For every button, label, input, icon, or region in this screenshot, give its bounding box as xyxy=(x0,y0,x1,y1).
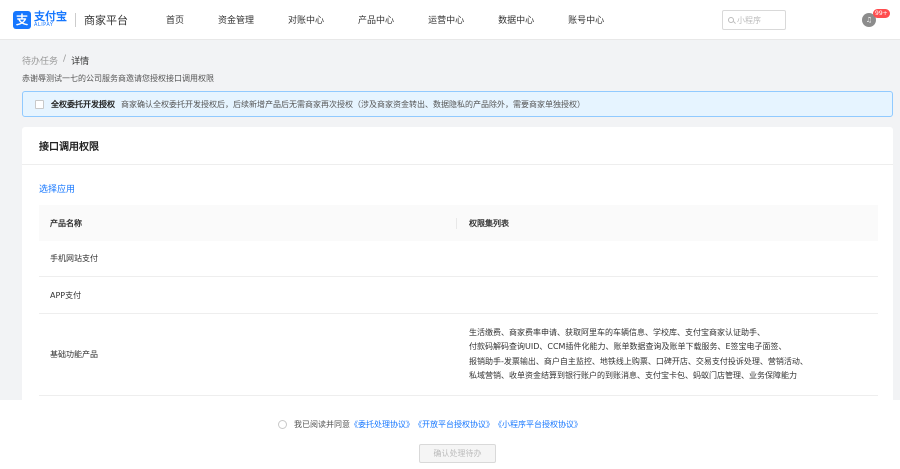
table-header: 产品名称 权限集列表 xyxy=(39,205,878,241)
nav-item-operations[interactable]: 运营中心 xyxy=(428,13,464,26)
alipay-logo[interactable]: 支 支付宝 ALIPAY xyxy=(13,10,67,29)
agreement-radio[interactable] xyxy=(278,420,287,429)
platform-title: 商家平台 xyxy=(84,13,128,27)
main-nav: 首页 资金管理 对账中心 产品中心 运营中心 数据中心 账号中心 xyxy=(166,13,638,26)
nav-item-account[interactable]: 账号中心 xyxy=(568,13,604,26)
table-row: 手机网站支付 xyxy=(39,241,878,277)
logo-en: ALIPAY xyxy=(34,22,54,28)
permission-line: 付款码解码查询UID、CCM插件化能力、账单数据查询及账单下载服务、E签宝电子面… xyxy=(469,342,787,351)
nav-item-home[interactable]: 首页 xyxy=(166,13,184,26)
alipay-logo-icon: 支 xyxy=(13,10,31,29)
api-permission-card: 接口调用权限 选择应用 产品名称 权限集列表 手机网站支付 APP支付 基础功能… xyxy=(22,127,893,417)
notice-text: 商家确认全权委托开发授权后，后续新增产品后无需商家再次授权（涉及商家资金转出、数… xyxy=(121,99,585,109)
full-delegation-checkbox[interactable] xyxy=(35,99,44,109)
breadcrumb-separator: / xyxy=(63,54,67,64)
permission-table: 产品名称 权限集列表 手机网站支付 APP支付 基础功能产品 生活缴费、商家费率… xyxy=(39,205,878,396)
notice-title: 全权委托开发授权 xyxy=(51,99,115,109)
product-name: APP支付 xyxy=(50,290,82,300)
select-app-link[interactable]: 选择应用 xyxy=(39,182,75,195)
permission-line: 生活缴费、商家费率申请、获取阿里车的车辆信息、学校库、支付宝商家认证助手、 xyxy=(469,327,765,337)
permission-line: 报销助手-发票输出、商户自主监控、地铁线上购票、口碑开店、交易支付投诉处理、营销… xyxy=(469,356,808,366)
search-box[interactable] xyxy=(722,10,786,30)
breadcrumb-parent[interactable]: 待办任务 xyxy=(22,54,58,67)
page-description: 赤谢辱测试一七的公司服务商邀请您授权接口调用权限 xyxy=(22,74,214,83)
permission-line: 私域营销、收单资金结算到银行账户的到账消息、支付宝卡包、蚂蚁门店管理、业务保障能… xyxy=(469,371,797,380)
nav-item-products[interactable]: 产品中心 xyxy=(358,13,394,26)
column-header-product: 产品名称 xyxy=(39,217,457,229)
nav-item-reconciliation[interactable]: 对账中心 xyxy=(288,13,324,26)
product-name: 基础功能产品 xyxy=(50,350,98,359)
breadcrumb-current: 详情 xyxy=(71,57,90,67)
agreement-row: 我已阅读并同意 《委托处理协议》 《开放平台授权协议》 《小程序平台授权协议》 xyxy=(278,419,582,430)
product-name: 手机网站支付 xyxy=(50,254,98,263)
entrust-agreement-link[interactable]: 《委托处理协议》 xyxy=(350,419,414,430)
search-icon xyxy=(728,17,734,23)
miniprogram-agreement-link[interactable]: 《小程序平台授权协议》 xyxy=(494,419,582,430)
confirm-todo-button[interactable]: 确认处理待办 xyxy=(419,444,496,463)
nav-item-data[interactable]: 数据中心 xyxy=(498,13,534,26)
table-row: APP支付 xyxy=(39,277,878,314)
agreement-prefix: 我已阅读并同意 xyxy=(294,420,350,429)
permission-list: 生活缴费、商家费率申请、获取阿里车的车辆信息、学校库、支付宝商家认证助手、 付款… xyxy=(457,326,808,384)
table-row: 基础功能产品 生活缴费、商家费率申请、获取阿里车的车辆信息、学校库、支付宝商家认… xyxy=(39,314,878,396)
card-title: 接口调用权限 xyxy=(22,127,893,165)
nav-item-funds[interactable]: 资金管理 xyxy=(218,13,254,26)
open-platform-agreement-link[interactable]: 《开放平台授权协议》 xyxy=(414,419,494,430)
logo-cn: 支付宝 xyxy=(34,10,67,23)
notification-badge: 99+ xyxy=(873,9,890,18)
search-input[interactable] xyxy=(737,15,785,25)
logo-divider xyxy=(75,12,76,27)
logo-text: 支付宝 ALIPAY xyxy=(34,11,67,28)
full-delegation-notice: 全权委托开发授权 商家确认全权委托开发授权后，后续新增产品后无需商家再次授权（涉… xyxy=(22,91,893,117)
footer-bar: 我已阅读并同意 《委托处理协议》 《开放平台授权协议》 《小程序平台授权协议》 … xyxy=(0,400,900,469)
breadcrumb: 待办任务 / 详情 xyxy=(22,54,89,67)
column-header-permissions: 权限集列表 xyxy=(469,218,509,228)
